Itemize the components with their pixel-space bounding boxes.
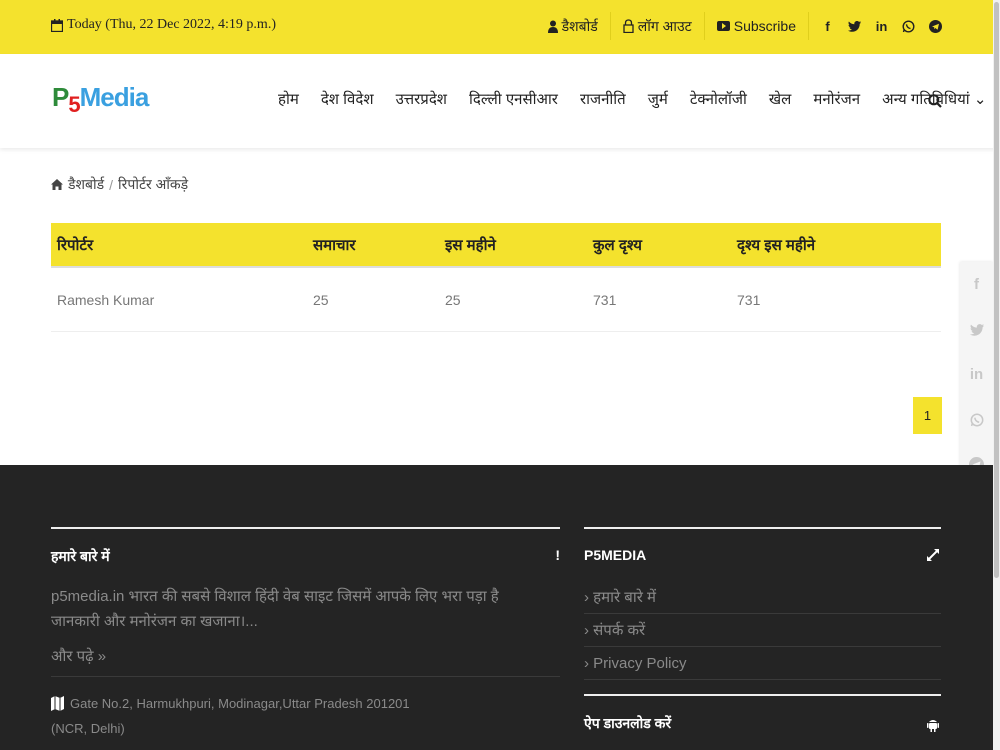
expand-icon [927,549,939,561]
site-header: P5Media होम देश विदेश उत्तरप्रदेश दिल्ली… [0,54,1000,148]
nav-home[interactable]: होम [278,89,299,109]
site-logo[interactable]: P5Media [52,82,150,117]
nav-world[interactable]: देश विदेश [321,89,374,109]
nav-technology[interactable]: टेक्नोलॉजी [690,89,747,109]
breadcrumb-separator: / [109,176,114,193]
nav-uttar-pradesh[interactable]: उत्तरप्रदेश [396,89,447,109]
social-links: f in [809,19,942,34]
today-date: Today (Thu, 22 Dec 2022, 4:19 p.m.) [51,17,276,33]
footer-app-download: ऐप डाउनलोड करें [584,694,941,733]
nav-entertainment[interactable]: मनोरंजन [813,89,860,109]
header-total-views: कुल दृश्य [593,236,642,254]
dashboard-label: डैशबोर्ड [561,17,598,34]
nav-sports[interactable]: खेल [769,89,791,109]
android-icon [927,720,939,732]
footer-address: Gate No.2, Harmukhpuri, Modinagar,Uttar … [51,691,560,741]
nav-politics[interactable]: राजनीति [580,89,626,109]
cell-news: 25 [313,291,329,308]
lock-icon [623,19,634,33]
address-line-1: Gate No.2, Harmukhpuri, Modinagar,Uttar … [70,696,410,711]
logout-link[interactable]: लॉग आउट [611,12,705,40]
facebook-icon[interactable]: f [821,19,834,34]
footer-links-title: P5MEDIA [584,547,647,563]
address-line-2: (NCR, Delhi) [51,721,125,736]
linkedin-icon[interactable]: in [875,19,888,34]
footer-about-title: हमारे बारे में [51,548,110,564]
top-bar: Today (Thu, 22 Dec 2022, 4:19 p.m.) डैशब… [0,0,1000,54]
footer-about: हमारे बारे में ! p5media.in भारत की सबसे… [51,527,560,741]
footer-app-title: ऐप डाउनलोड करें [584,715,672,731]
cell-views-this-month: 731 [737,291,761,308]
cell-this-month: 25 [445,291,461,308]
twitter-icon[interactable] [969,307,984,352]
breadcrumb: डैशबोर्ड / रिपोर्टर आँकड़े [51,175,188,194]
subscribe-link[interactable]: Subscribe [705,12,809,40]
table-header: रिपोर्टर समाचार इस महीने कुल दृश्य दृश्य… [51,223,941,268]
share-sidebar: f in [960,262,993,488]
site-footer: हमारे बारे में ! p5media.in भारत की सबसे… [0,465,993,750]
cell-total-views: 731 [593,291,617,308]
twitter-icon[interactable] [848,19,861,33]
scrollbar-thumb[interactable] [994,2,999,578]
reporter-stats-table: रिपोर्टर समाचार इस महीने कुल दृश्य दृश्य… [51,223,941,332]
table-row: Ramesh Kumar 25 25 731 731 [51,268,941,332]
telegram-icon[interactable] [929,19,942,33]
search-icon[interactable] [928,94,942,108]
footer-link-contact[interactable]: › संपर्क करें [584,614,941,647]
logo-p: P [52,82,69,112]
logo-five: 5 [68,92,80,117]
footer-links: P5MEDIA › हमारे बारे में › संपर्क करें ›… [584,527,941,680]
cell-reporter: Ramesh Kumar [57,291,155,308]
logo-media: Media [79,82,150,112]
facebook-icon[interactable]: f [974,262,979,307]
main-nav: होम देश विदेश उत्तरप्रदेश दिल्ली एनसीआर … [278,89,986,109]
calendar-icon [51,18,63,32]
nav-crime[interactable]: जुर्म [648,89,668,109]
breadcrumb-current: रिपोर्टर आँकड़े [118,176,189,192]
linkedin-icon[interactable]: in [970,352,983,397]
header-reporter: रिपोर्टर [57,236,94,254]
whatsapp-icon[interactable] [970,397,984,442]
footer-link-about[interactable]: › हमारे बारे में [584,581,941,614]
footer-about-text: p5media.in भारत की सबसे विशाल हिंदी वेब … [51,588,499,630]
home-icon [51,179,63,190]
footer-link-privacy[interactable]: › Privacy Policy [584,647,941,680]
nav-delhi-ncr[interactable]: दिल्ली एनसीआर [469,89,558,109]
user-icon [547,20,558,33]
page-scrollbar[interactable] [993,0,1000,750]
pagination-page-1[interactable]: 1 [913,397,942,434]
logout-label: लॉग आउट [637,17,692,34]
header-news: समाचार [313,236,356,254]
header-this-month: इस महीने [445,236,496,254]
dashboard-link[interactable]: डैशबोर्ड [536,12,611,40]
header-views-this-month: दृश्य इस महीने [737,236,816,254]
breadcrumb-dashboard[interactable]: डैशबोर्ड [68,175,104,194]
exclamation-icon: ! [555,547,560,563]
map-icon [51,696,64,711]
subscribe-label: Subscribe [733,18,796,34]
read-more-link[interactable]: और पढ़े » [51,646,560,677]
whatsapp-icon[interactable] [902,19,915,33]
youtube-icon [716,21,730,31]
footer-link-list: › हमारे बारे में › संपर्क करें › Privacy… [584,581,941,680]
date-text: Today (Thu, 22 Dec 2022, 4:19 p.m.) [67,17,276,32]
